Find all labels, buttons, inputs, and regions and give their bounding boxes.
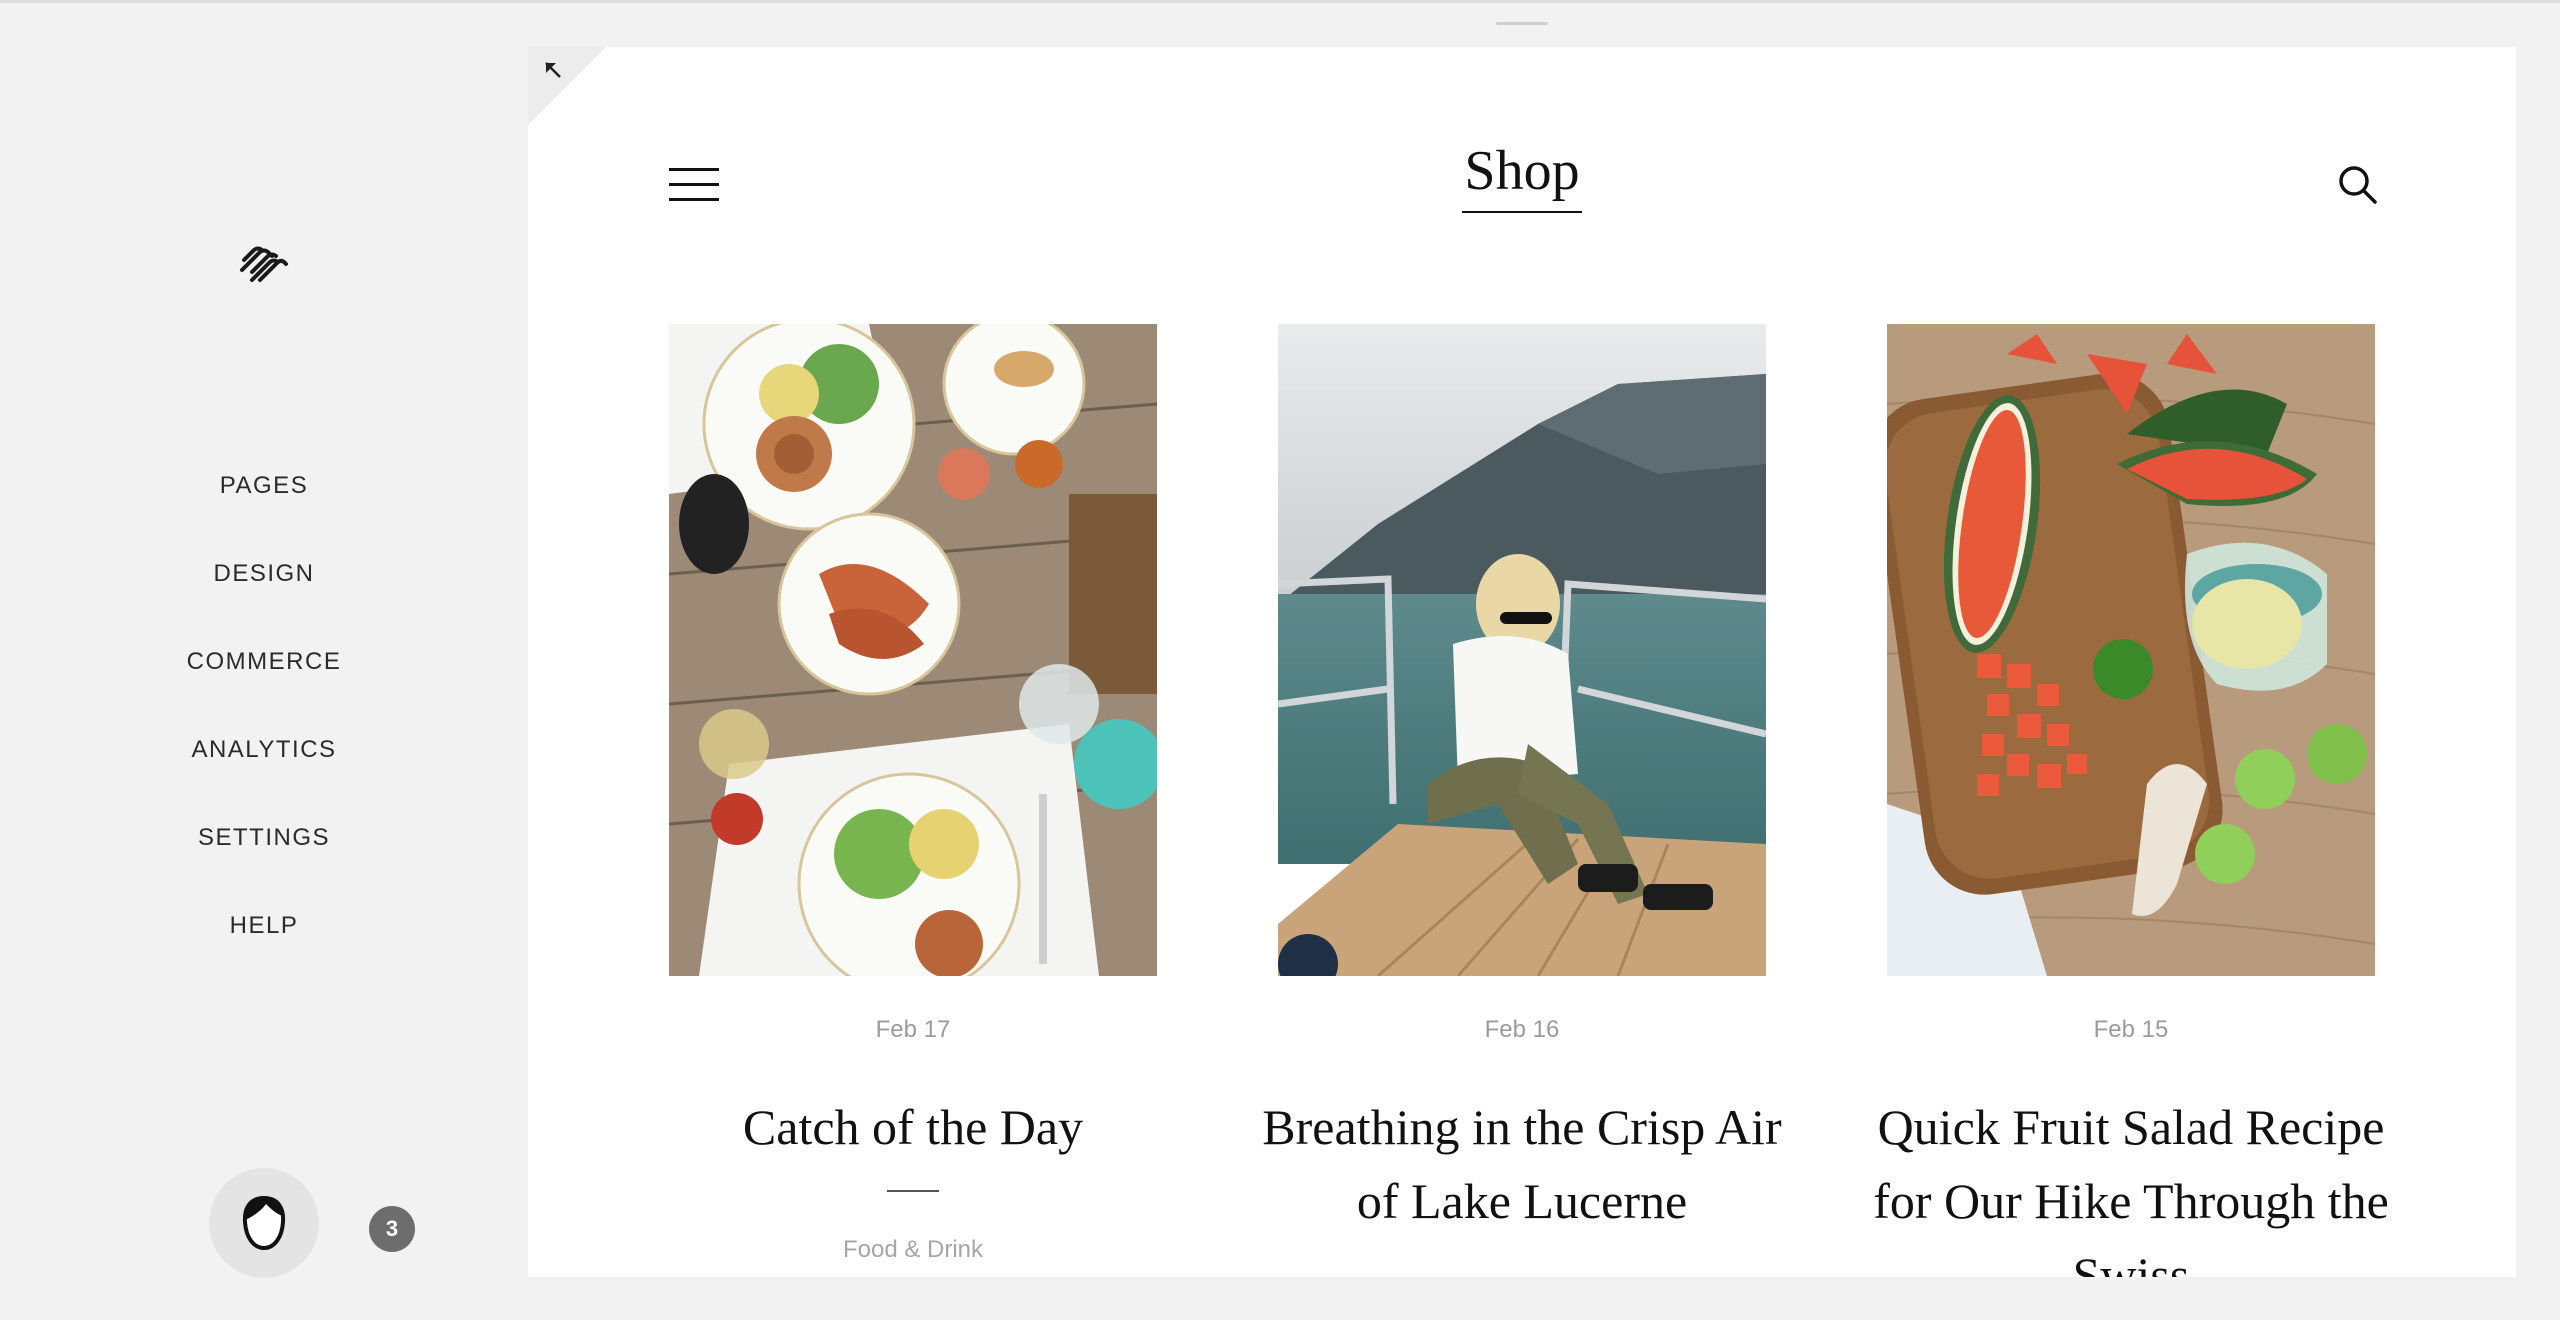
blog-post-card[interactable]: Feb 15 Quick Fruit Salad Recipe for Our … (1873, 324, 2389, 1277)
post-category[interactable]: Food & Drink (669, 1236, 1157, 1264)
post-date: Feb 17 (875, 1016, 951, 1043)
nav-pages[interactable]: PAGES (0, 460, 528, 548)
post-title[interactable]: Quick Fruit Salad Recipe for Our Hike Th… (1857, 1090, 2405, 1277)
post-date: Feb 16 (1484, 1016, 1560, 1043)
blog-post-card[interactable]: Feb 17 Catch of the Day Food & Drink (669, 324, 1157, 1264)
arrow-up-left-icon[interactable] (542, 59, 564, 81)
sidebar: PAGES DESIGN COMMERCE ANALYTICS SETTINGS… (0, 0, 528, 1320)
blog-post-card[interactable]: Feb 16 Breathing in the Crisp Air of Lak… (1262, 324, 1782, 1238)
main-nav: PAGES DESIGN COMMERCE ANALYTICS SETTINGS… (0, 460, 528, 988)
user-avatar-icon (242, 1195, 286, 1251)
post-image[interactable] (1278, 324, 1766, 976)
nav-analytics[interactable]: ANALYTICS (0, 724, 528, 812)
drag-handle[interactable] (1496, 22, 1548, 25)
post-divider (887, 1190, 939, 1192)
post-image[interactable] (1887, 324, 2375, 976)
nav-help[interactable]: HELP (0, 900, 528, 988)
site-title[interactable]: Shop (528, 139, 2516, 213)
site-title-text: Shop (1462, 139, 1582, 213)
corner-fold (528, 47, 606, 125)
avatar[interactable] (209, 1168, 319, 1278)
post-image[interactable] (669, 324, 1157, 976)
squarespace-logo-icon[interactable] (238, 244, 290, 286)
post-date: Feb 15 (2093, 1016, 2169, 1043)
search-icon[interactable] (2335, 162, 2379, 206)
nav-design[interactable]: DESIGN (0, 548, 528, 636)
post-title[interactable]: Catch of the Day (639, 1090, 1187, 1164)
site-preview: Shop Feb 17 Catch of the Day Food & Drin… (528, 47, 2516, 1277)
notification-badge[interactable]: 3 (369, 1206, 415, 1252)
post-title[interactable]: Breathing in the Crisp Air of Lake Lucer… (1248, 1090, 1796, 1238)
nav-settings[interactable]: SETTINGS (0, 812, 528, 900)
nav-commerce[interactable]: COMMERCE (0, 636, 528, 724)
